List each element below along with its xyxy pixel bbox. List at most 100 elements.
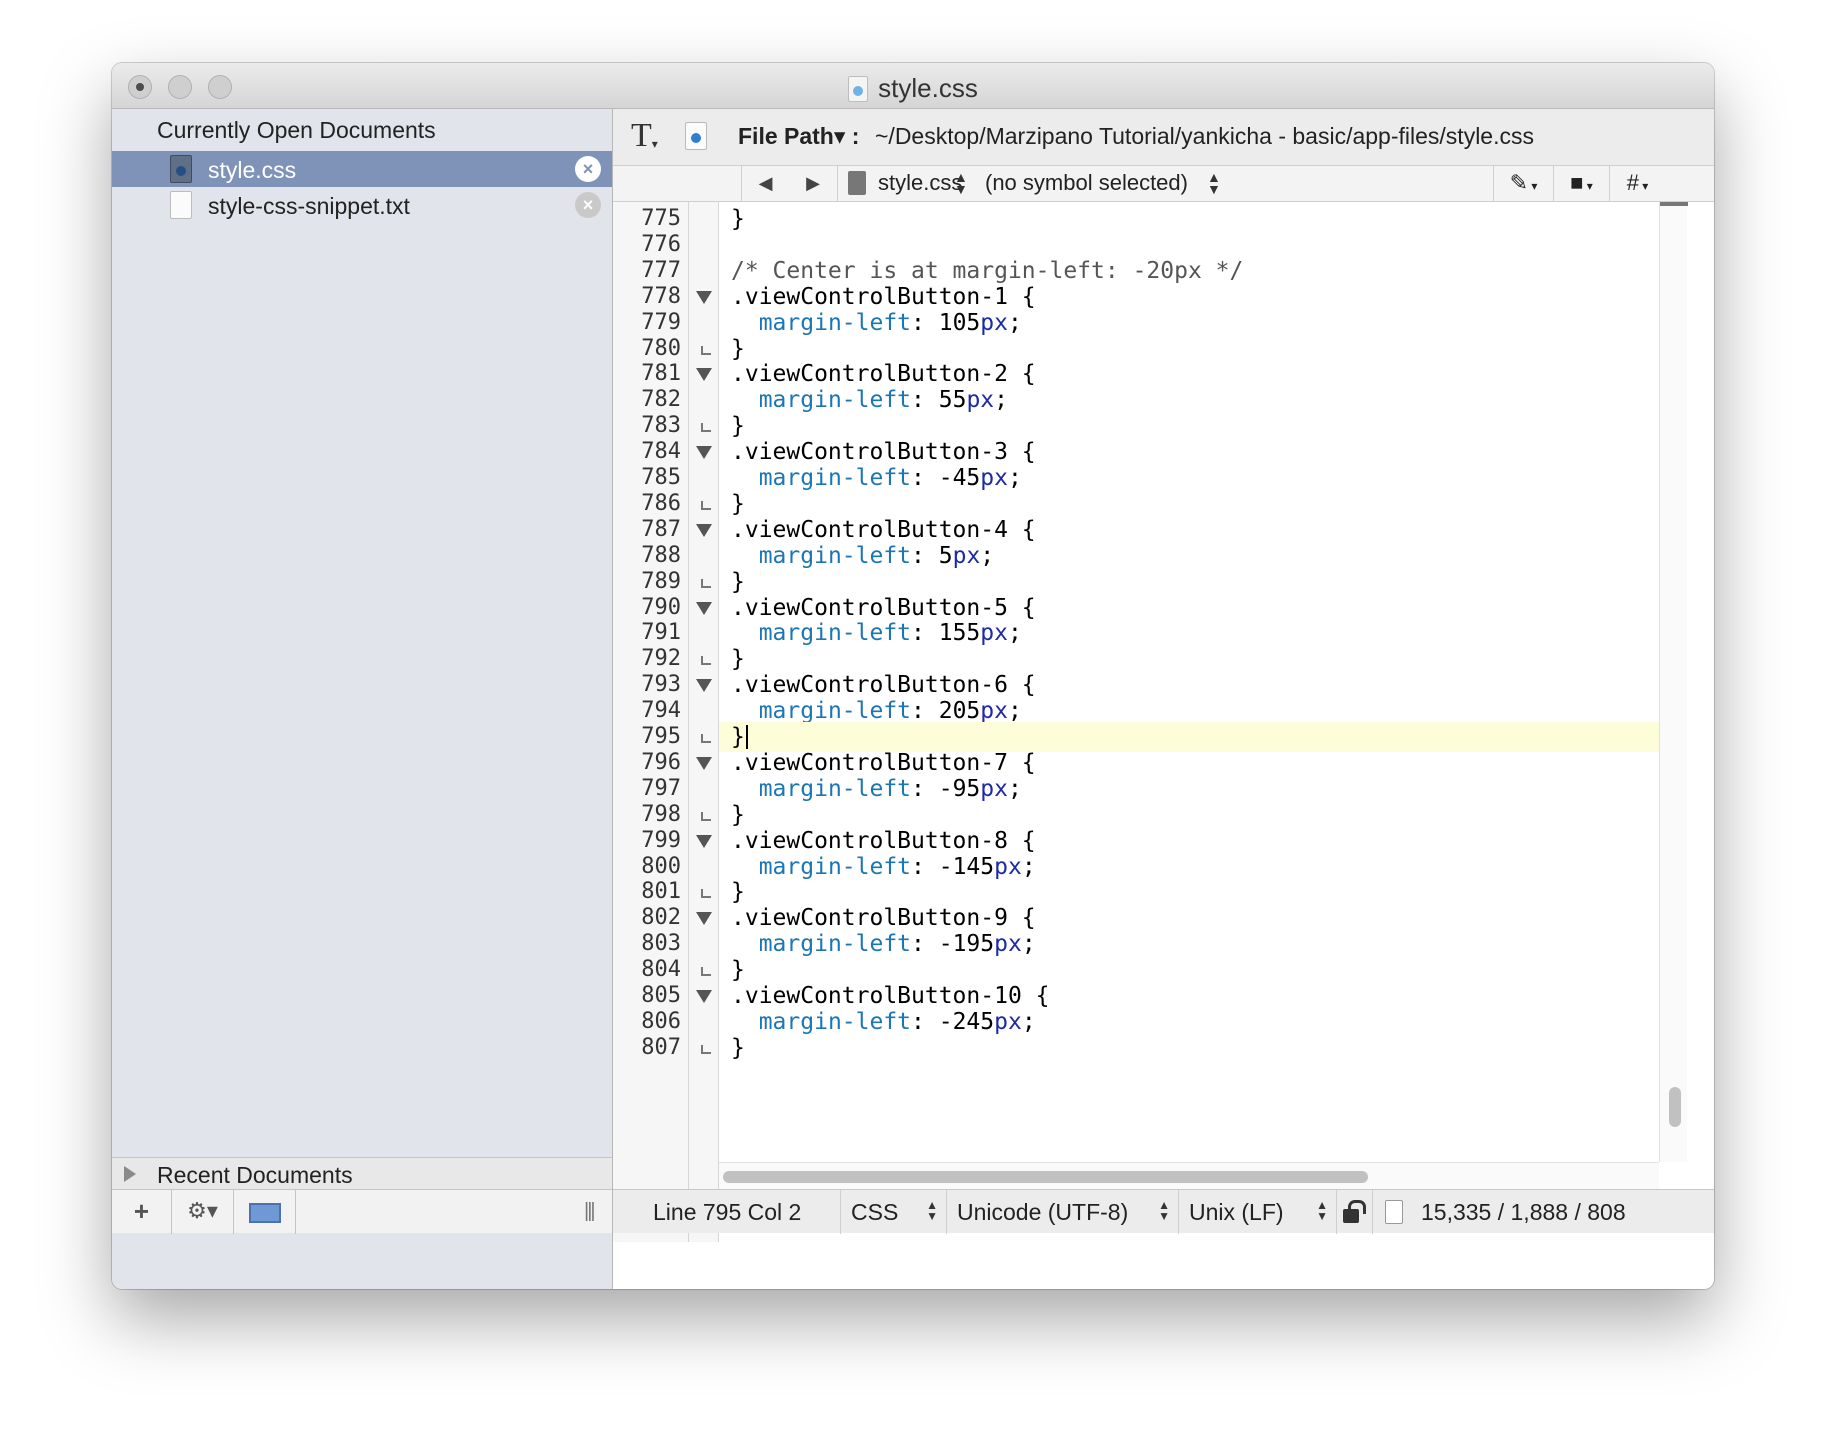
title-bar[interactable]: style.css [112, 63, 1714, 109]
code-text: } [731, 569, 745, 595]
css-value: -195 [938, 931, 995, 957]
app-window: style.css Currently Open Documents style… [112, 63, 1714, 1289]
line-number[interactable]: 807 [613, 1033, 681, 1063]
code-text: } [731, 957, 745, 983]
file-popup[interactable]: style.css ▲ ▼ [837, 166, 971, 202]
file-path-suffix: ▾ : [833, 123, 860, 149]
horizontal-scroll-thumb[interactable] [723, 1171, 1368, 1183]
css-unit: px [980, 620, 1008, 646]
document-item-style-css[interactable]: style.css × [112, 151, 612, 187]
pen-icon: ✎ [1509, 170, 1529, 195]
code-text: .viewControlButton-9 { [731, 905, 1036, 931]
popup-arrows-icon: ▲ ▼ [954, 169, 968, 197]
css-value: 55 [938, 387, 967, 413]
fold-triangle-icon[interactable] [693, 359, 715, 389]
code-text: } [731, 206, 745, 232]
sidebar-view-button[interactable] [234, 1190, 296, 1234]
horizontal-scrollbar[interactable] [719, 1162, 1659, 1189]
code-text: } [731, 646, 745, 672]
css-value: -45 [938, 465, 981, 491]
text-file-icon [170, 191, 192, 219]
css-property: margin-left [758, 698, 912, 724]
code-text: .viewControlButton-2 { [731, 361, 1036, 387]
vertical-scroll-thumb[interactable] [1669, 1087, 1681, 1127]
documents-sidebar: Currently Open Documents style.css × sty… [112, 109, 613, 1289]
fold-triangle-icon[interactable] [693, 515, 715, 545]
symbol-popup[interactable]: (no symbol selected) ▲ ▼ [971, 166, 1231, 202]
language-label: CSS [851, 1199, 899, 1225]
document-stats-label: 15,335 / 1,888 / 808 [1421, 1199, 1626, 1225]
vertical-scrollbar[interactable] [1659, 202, 1688, 1162]
add-document-button[interactable]: + [112, 1190, 172, 1234]
back-button[interactable]: ◀ [741, 166, 789, 202]
recent-documents-section[interactable]: Recent Documents [112, 1157, 612, 1189]
css-unit: px [994, 1009, 1022, 1035]
css-property: margin-left [758, 620, 912, 646]
css-file-icon[interactable] [685, 122, 707, 150]
popup-arrows-icon: ▲ ▼ [1316, 1198, 1328, 1223]
clippings-menu[interactable]: ■ ▾ [1553, 166, 1609, 202]
status-bar: Line 795 Col 2 CSS ▲ ▼ Unicode (UTF-8) ▲ ▼ U… [613, 1189, 1714, 1234]
close-document-icon[interactable]: × [575, 156, 601, 182]
gear-icon[interactable]: ⚙▾ [172, 1190, 234, 1234]
file-path-label: File Path [738, 123, 834, 149]
encoding-popup[interactable]: Unicode (UTF-8) ▲ ▼ [947, 1190, 1179, 1234]
css-value: 5 [938, 543, 953, 569]
code-text: .viewControlButton-1 { [731, 284, 1036, 310]
fold-triangle-icon[interactable] [693, 903, 715, 933]
css-value: 205 [938, 698, 981, 724]
fold-triangle-icon[interactable] [693, 981, 715, 1011]
css-property: margin-left [758, 776, 912, 802]
code-text: .viewControlButton-6 { [731, 672, 1036, 698]
close-document-icon[interactable]: × [575, 192, 601, 218]
scroll-top-marker [1660, 202, 1688, 206]
forward-button[interactable]: ▶ [789, 166, 837, 202]
document-item-label: style-css-snippet.txt [208, 193, 410, 219]
code-line[interactable]: } [719, 1033, 1659, 1063]
square-icon: ■ [1570, 170, 1584, 195]
document-item-snippet[interactable]: style-css-snippet.txt × [112, 187, 612, 223]
file-path-menu[interactable]: File Path▾ : [738, 123, 859, 150]
disclosure-triangle-icon[interactable] [124, 1166, 136, 1182]
code-text: } [731, 491, 745, 517]
fold-triangle-icon[interactable] [693, 437, 715, 467]
document-stats[interactable]: 15,335 / 1,888 / 808 [1373, 1190, 1703, 1234]
file-icon [848, 171, 866, 195]
code-comment: /* Center is at margin-left: -20px */ [731, 258, 1244, 284]
lock-icon[interactable] [1337, 1190, 1373, 1234]
code-text: .viewControlButton-7 { [731, 750, 1036, 776]
markers-menu[interactable]: ✎ ▾ [1493, 166, 1553, 202]
code-text: .viewControlButton-10 { [731, 983, 1050, 1009]
fold-triangle-icon[interactable] [693, 826, 715, 856]
popup-arrows-icon: ▲ ▼ [1158, 1198, 1170, 1223]
css-property: margin-left [758, 310, 912, 336]
hash-icon: # [1626, 170, 1639, 195]
gutter-content: 775 776 777 778 779 780 781 782 783 784 785 786 787 7… [613, 202, 719, 1162]
window-title-text: style.css [878, 73, 978, 103]
css-value: -95 [938, 776, 981, 802]
fold-triangle-icon[interactable] [693, 748, 715, 778]
recent-documents-label: Recent Documents [157, 1162, 353, 1188]
function-menu[interactable]: # ▾ [1609, 166, 1665, 202]
fold-triangle-icon[interactable] [693, 593, 715, 623]
resize-grip-icon[interactable]: ||| [584, 1200, 596, 1223]
line-column-indicator[interactable]: Line 795 Col 2 [641, 1190, 841, 1234]
css-unit: px [980, 465, 1008, 491]
symbol-popup-label: (no symbol selected) [985, 170, 1188, 195]
file-path-value: ~/Desktop/Marzipano Tutorial/yankicha - … [875, 123, 1534, 149]
fold-end-icon [693, 1033, 715, 1063]
language-popup[interactable]: CSS ▲ ▼ [841, 1190, 947, 1234]
document-icon [1385, 1200, 1403, 1224]
path-bar: T▾ File Path▾ : ~/Desktop/Marzipano Tuto… [613, 109, 1714, 166]
fold-triangle-icon[interactable] [693, 670, 715, 700]
css-value: 155 [938, 620, 981, 646]
line-endings-label: Unix (LF) [1189, 1199, 1284, 1225]
popup-arrows-icon: ▲ ▼ [926, 1198, 938, 1223]
code-text: } [731, 724, 745, 750]
code-area[interactable]: }/* Center is at margin-left: -20px */.v… [719, 202, 1659, 1162]
fold-triangle-icon[interactable] [693, 282, 715, 312]
line-endings-popup[interactable]: Unix (LF) ▲ ▼ [1179, 1190, 1337, 1234]
text-options-icon[interactable]: T▾ [631, 117, 658, 155]
text-cursor [745, 725, 748, 749]
css-property: margin-left [758, 387, 912, 413]
